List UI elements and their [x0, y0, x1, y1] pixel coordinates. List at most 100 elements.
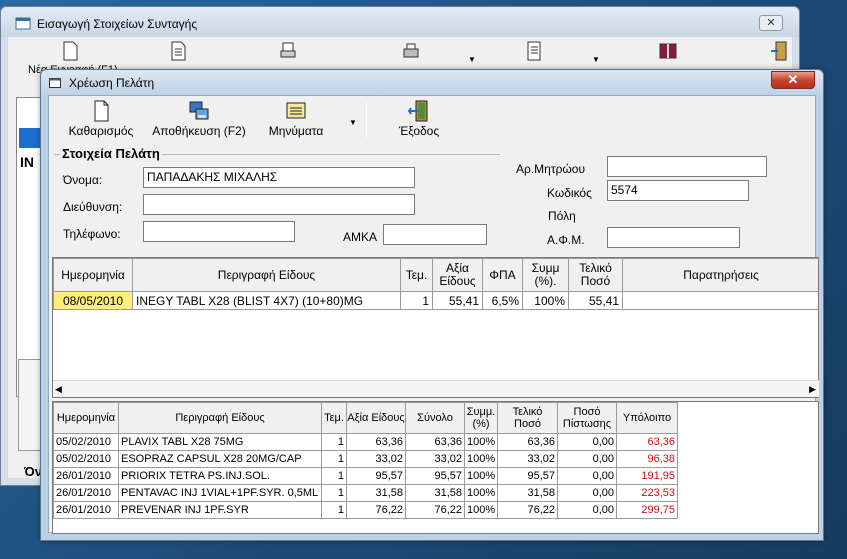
scroll-right-icon[interactable]: ▶	[809, 384, 816, 395]
balance-cell[interactable]: 96,38	[616, 450, 678, 468]
balance-cell[interactable]: 63,36	[616, 433, 678, 451]
final-amount-cell[interactable]: 55,41	[568, 291, 623, 310]
column-header[interactable]: Σύνολο	[405, 402, 465, 434]
scroll-left-icon[interactable]: ◀	[55, 384, 62, 395]
description-cell[interactable]: INEGY TABL X28 (BLIST 4X7) (10+80)MG	[132, 291, 401, 310]
code-field[interactable]: 5574	[607, 180, 749, 201]
table-row[interactable]: 26/01/2010 PRIORIX TETRA PS.INJ.SOL. 1 95,5…	[53, 467, 678, 485]
final-amount-cell[interactable]: 76,22	[497, 501, 558, 519]
column-header[interactable]: Συμμ. (%)	[464, 402, 498, 434]
contribution-cell[interactable]: 100%	[522, 291, 569, 310]
book-icon[interactable]	[658, 41, 678, 61]
exit-button[interactable]: Έξοδος	[389, 98, 449, 142]
description-cell[interactable]: PREVENAR INJ 1PF.SYR	[118, 501, 322, 519]
description-cell[interactable]: PENTAVAC INJ 1VIAL+1PF.SYR. 0,5ML	[118, 484, 322, 502]
phone-field[interactable]	[143, 221, 295, 242]
balance-cell[interactable]: 299,75	[616, 501, 678, 519]
messages-dropdown-arrow-icon[interactable]: ▼	[349, 118, 357, 127]
description-cell[interactable]: PRIORIX TETRA PS.INJ.SOL.	[118, 467, 322, 485]
date-cell[interactable]: 26/01/2010	[53, 467, 119, 485]
description-cell[interactable]: PLAVIX TABL X28 75MG	[118, 433, 322, 451]
credit-amount-cell[interactable]: 0,00	[557, 450, 617, 468]
column-header[interactable]: Ημερομηνία	[53, 402, 119, 434]
final-amount-cell[interactable]: 31,58	[497, 484, 558, 502]
total-cell[interactable]: 76,22	[405, 501, 465, 519]
value-cell[interactable]: 33,02	[346, 450, 406, 468]
print-setup-icon[interactable]	[278, 41, 298, 61]
final-amount-cell[interactable]: 63,36	[497, 433, 558, 451]
value-cell[interactable]: 55,41	[432, 291, 483, 310]
dropdown-arrow-icon[interactable]: ▼	[468, 55, 476, 64]
printer-icon[interactable]	[401, 41, 421, 61]
description-cell[interactable]: ESOPRAZ CAPSUL X28 20MG/CAP	[118, 450, 322, 468]
date-cell[interactable]: 26/01/2010	[53, 484, 119, 502]
column-header[interactable]: Ποσό Πίστωσης	[557, 402, 617, 434]
date-cell[interactable]: 05/02/2010	[53, 450, 119, 468]
column-header[interactable]: Υπόλοιπο	[616, 402, 678, 434]
quantity-cell[interactable]: 1	[321, 433, 347, 451]
credit-amount-cell[interactable]: 0,00	[557, 433, 617, 451]
column-header[interactable]: Περιγραφή Είδους	[118, 402, 322, 434]
dropdown-arrow-icon[interactable]: ▼	[592, 55, 600, 64]
contribution-cell[interactable]: 100%	[464, 484, 498, 502]
new-record-icon[interactable]	[60, 41, 80, 61]
total-cell[interactable]: 31,58	[405, 484, 465, 502]
balance-cell[interactable]: 223,53	[616, 484, 678, 502]
notes-cell[interactable]	[622, 291, 818, 310]
total-cell[interactable]: 95,57	[405, 467, 465, 485]
clear-button[interactable]: Καθαρισμός	[61, 98, 141, 142]
column-header[interactable]: Περιγραφή Είδους	[132, 258, 401, 292]
contribution-cell[interactable]: 100%	[464, 450, 498, 468]
dialog-titlebar[interactable]: Χρέωση Πελάτη ✕	[41, 70, 823, 95]
total-cell[interactable]: 33,02	[405, 450, 465, 468]
afm-field[interactable]	[607, 227, 740, 248]
prescription-icon[interactable]	[524, 41, 544, 61]
background-window-titlebar[interactable]: Εισαγωγή Στοιχείων Συνταγής ✕	[1, 7, 799, 37]
quantity-cell[interactable]: 1	[321, 484, 347, 502]
exit-door-icon[interactable]	[770, 41, 790, 61]
column-header[interactable]: ΦΠΑ	[482, 258, 523, 292]
credit-amount-cell[interactable]: 0,00	[557, 484, 617, 502]
dialog-close-button[interactable]: ✕	[771, 71, 815, 89]
column-header[interactable]: Ημερομηνία	[53, 258, 133, 292]
amka-field[interactable]	[383, 224, 487, 245]
horizontal-scrollbar[interactable]: ◀ ▶	[53, 380, 819, 397]
value-cell[interactable]: 63,36	[346, 433, 406, 451]
value-cell[interactable]: 76,22	[346, 501, 406, 519]
column-header[interactable]: Συμμ (%).	[522, 258, 569, 292]
contribution-cell[interactable]: 100%	[464, 501, 498, 519]
column-header[interactable]: Τεμ.	[400, 258, 433, 292]
table-row[interactable]: 05/02/2010 PLAVIX TABL X28 75MG 1 63,36 63,3…	[53, 433, 678, 451]
table-row[interactable]: 26/01/2010 PREVENAR INJ 1PF.SYR 1 76,22 76,2…	[53, 501, 678, 519]
quantity-cell[interactable]: 1	[400, 291, 433, 310]
quantity-cell[interactable]: 1	[321, 501, 347, 519]
table-row[interactable]: 05/02/2010 ESOPRAZ CAPSUL X28 20MG/CAP 1 33…	[53, 450, 678, 468]
final-amount-cell[interactable]: 95,57	[497, 467, 558, 485]
column-header[interactable]: Τεμ.	[321, 402, 347, 434]
final-amount-cell[interactable]: 33,02	[497, 450, 558, 468]
column-header[interactable]: Παρατηρήσεις	[622, 258, 818, 292]
value-cell[interactable]: 31,58	[346, 484, 406, 502]
table-row[interactable]: 08/05/2010 INEGY TABL X28 (BLIST 4X7) (1…	[53, 291, 818, 310]
quantity-cell[interactable]: 1	[321, 450, 347, 468]
registry-number-field[interactable]	[607, 156, 767, 177]
vat-cell[interactable]: 6,5%	[482, 291, 523, 310]
save-button[interactable]: Αποθήκευση (F2)	[149, 98, 249, 142]
column-header[interactable]: Αξία Είδους	[432, 258, 483, 292]
address-field[interactable]	[143, 194, 415, 215]
date-cell[interactable]: 08/05/2010	[53, 291, 133, 310]
column-header[interactable]: Τελικό Ποσό	[568, 258, 623, 292]
column-header[interactable]: Τελικό Ποσό	[497, 402, 558, 434]
total-cell[interactable]: 63,36	[405, 433, 465, 451]
contribution-cell[interactable]: 100%	[464, 467, 498, 485]
balance-cell[interactable]: 191,95	[616, 467, 678, 485]
background-close-button[interactable]: ✕	[759, 15, 783, 31]
credit-amount-cell[interactable]: 0,00	[557, 467, 617, 485]
date-cell[interactable]: 05/02/2010	[53, 433, 119, 451]
value-cell[interactable]: 95,57	[346, 467, 406, 485]
credit-amount-cell[interactable]: 0,00	[557, 501, 617, 519]
messages-button[interactable]: Μηνύματα	[261, 98, 331, 142]
date-cell[interactable]: 26/01/2010	[53, 501, 119, 519]
quantity-cell[interactable]: 1	[321, 467, 347, 485]
name-field[interactable]: ΠΑΠΑΔΑΚΗΣ ΜΙΧΑΛΗΣ	[143, 167, 415, 188]
